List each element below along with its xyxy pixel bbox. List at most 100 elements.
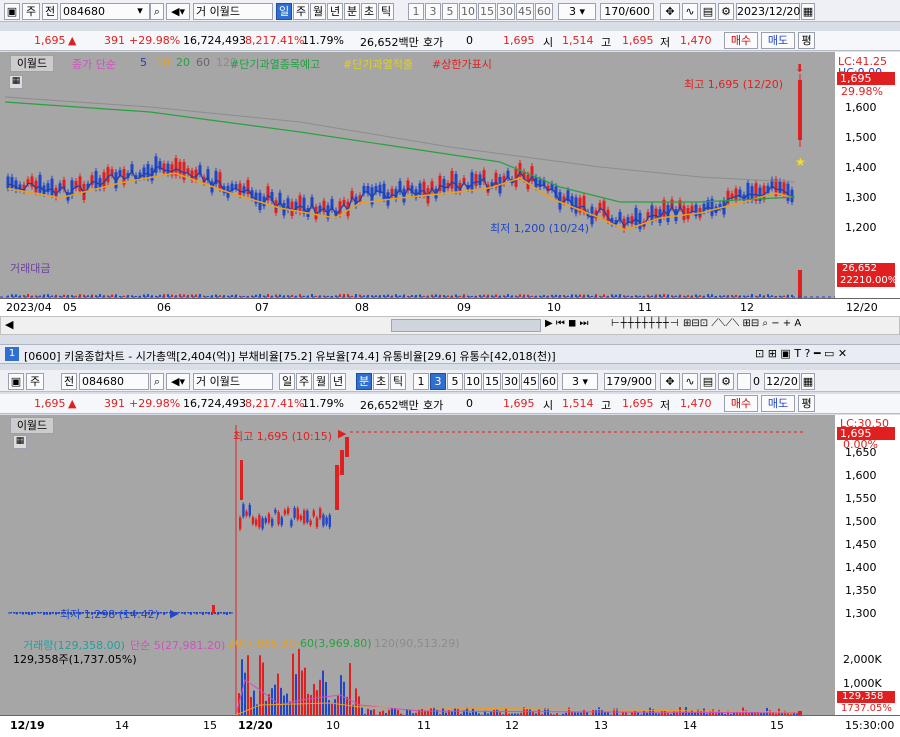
minute-10-button[interactable]: 10 [459,3,477,20]
chart-stock-label[interactable]: 이월드 [10,417,54,434]
period-week-button[interactable]: 주 [293,3,309,20]
volume-bar [346,696,348,715]
volume-bar [231,294,233,297]
minute-60-button[interactable]: 60 [540,373,558,390]
eval-button[interactable]: 평 [798,32,815,49]
grid-icon[interactable]: ▦ [9,75,23,89]
period-day-button[interactable]: 일 [279,373,295,390]
bottom-time-axis: 12/19 14 15 12/20 10 11 12 13 14 15 15:3… [0,715,900,737]
window-controls[interactable]: ⊡ ⊞ ▣ T ? ━ ▭ ✕ [755,347,847,360]
minute-10-button[interactable]: 10 [464,373,482,390]
chart-menu-icon[interactable]: ▣ [8,373,24,390]
zoom-slider[interactable]: ⊢┼┼┼┼┼┼┼⊣ [611,318,680,329]
crosshair-icon[interactable]: ✥ [660,373,680,390]
minute-15-button[interactable]: 15 [478,3,496,20]
candle-body [298,195,302,213]
all-button[interactable]: 전 [61,373,77,390]
chart-stock-label[interactable]: 이월드 [10,55,54,72]
stock-type-button[interactable]: 주 [26,373,44,390]
scroll-left-icon[interactable]: ◀ [5,318,13,331]
candle-body [786,183,790,201]
gear-icon[interactable]: ⚙ [718,3,734,20]
chart-menu-icon[interactable]: ▣ [4,3,20,20]
minute-1-button[interactable]: 1 [408,3,424,20]
candle-body [478,174,482,186]
search-icon[interactable]: ⌕ [150,3,164,20]
unit-select[interactable]: 3 ▾ [558,3,596,20]
low-value: 1,470 [680,397,712,410]
drawing-tools[interactable]: ⊞⊟⊡ ⟋⟍⟋⟍ ⊞⊟ ⌕ − + A [683,318,801,329]
unit-select[interactable]: 3 ▾ [562,373,598,390]
stock-code-input[interactable]: 084680 [79,373,149,390]
minute-3-button[interactable]: 3 [430,373,446,390]
period-tick-button[interactable]: 틱 [390,373,406,390]
save-icon[interactable]: ▤ [700,373,716,390]
volume-bar [349,663,351,715]
playback-controls[interactable]: ▶ ⏮ ◼ ⏭ [545,318,589,329]
date-input[interactable]: 12/20 [764,373,800,390]
buy-button[interactable]: 매수 [724,395,758,412]
crosshair-icon[interactable]: ✥ [660,3,680,20]
stock-name-field[interactable]: 거 이월드 [193,3,273,20]
minute-15-button[interactable]: 15 [483,373,501,390]
candle-body [212,605,215,613]
sound-icon[interactable]: ◀▾ [166,3,190,20]
wave-icon[interactable]: ∿ [682,373,698,390]
stock-type-button[interactable]: 주 [22,3,40,20]
period-month-button[interactable]: 월 [310,3,326,20]
minute-60-button[interactable]: 60 [535,3,553,20]
volume-bar [259,655,261,715]
period-second-button[interactable]: 초 [361,3,377,20]
candle-body [163,612,165,615]
stock-name-field[interactable]: 거 이월드 [193,373,273,390]
grid-icon[interactable]: ▦ [13,435,27,449]
search-icon[interactable]: ⌕ [150,373,164,390]
minute-price-chart[interactable]: ▶ ▶ 이월드 ▦ 최고 1,695 (10:15) 최저 1,298 (14:4… [0,415,835,715]
low-label: 저 [660,399,671,412]
count-input[interactable]: 179/900 [604,373,656,390]
period-tick-button[interactable]: 틱 [378,3,394,20]
candle-body [470,172,474,191]
period-year-button[interactable]: 년 [327,3,343,20]
vol-legend-3: 20(7,965.30) [228,637,300,650]
sell-button[interactable]: 매도 [761,395,795,412]
count-input[interactable]: 170/600 [600,3,654,20]
minute-5-button[interactable]: 5 [442,3,458,20]
chevron-down-icon[interactable]: ▾ [133,3,147,20]
calendar-icon[interactable]: ▦ [801,373,815,390]
period-year-button[interactable]: 년 [330,373,346,390]
volume-bar [555,294,557,297]
calendar-icon[interactable]: ▦ [801,3,815,20]
volume-bar [301,670,303,715]
period-minute-button[interactable]: 분 [356,373,372,390]
buy-button[interactable]: 매수 [724,32,758,49]
period-minute-button[interactable]: 분 [344,3,360,20]
sell-button[interactable]: 매도 [761,32,795,49]
volume-spike [798,270,802,298]
period-second-button[interactable]: 초 [373,373,389,390]
date-input[interactable]: 2023/12/20 [736,3,800,20]
period-month-button[interactable]: 월 [313,373,329,390]
sound-icon[interactable]: ◀▾ [166,373,190,390]
minute-45-button[interactable]: 45 [516,3,534,20]
all-button[interactable]: 전 [42,3,58,20]
eval-button[interactable]: 평 [798,395,815,412]
checkbox[interactable] [737,373,751,390]
high-label: 고 [601,36,612,49]
minute-1-button[interactable]: 1 [413,373,429,390]
period-week-button[interactable]: 주 [296,373,312,390]
volume-value: 16,724,493 [183,34,246,47]
period-day-button[interactable]: 일 [276,3,292,20]
minute-3-button[interactable]: 3 [425,3,441,20]
gear-icon[interactable]: ⚙ [718,373,734,390]
scroll-thumb[interactable] [391,319,541,332]
minute-30-button[interactable]: 30 [502,373,520,390]
minute-45-button[interactable]: 45 [521,373,539,390]
wave-icon[interactable]: ∿ [682,3,698,20]
minute-5-button[interactable]: 5 [447,373,463,390]
top-scrollbar[interactable]: ◀ ▶ ⏮ ◼ ⏭ ⊢┼┼┼┼┼┼┼⊣ ⊞⊟⊡ ⟋⟍⟋⟍ ⊞⊟ ⌕ − + A [0,316,900,335]
daily-price-chart[interactable]: ⬇ ★ 이월드 ▦ 종가 단순 5 10 20 60 120 #단기과열종목예고 … [0,52,835,298]
volume-bar [343,681,345,715]
minute-30-button[interactable]: 30 [497,3,515,20]
save-icon[interactable]: ▤ [700,3,716,20]
